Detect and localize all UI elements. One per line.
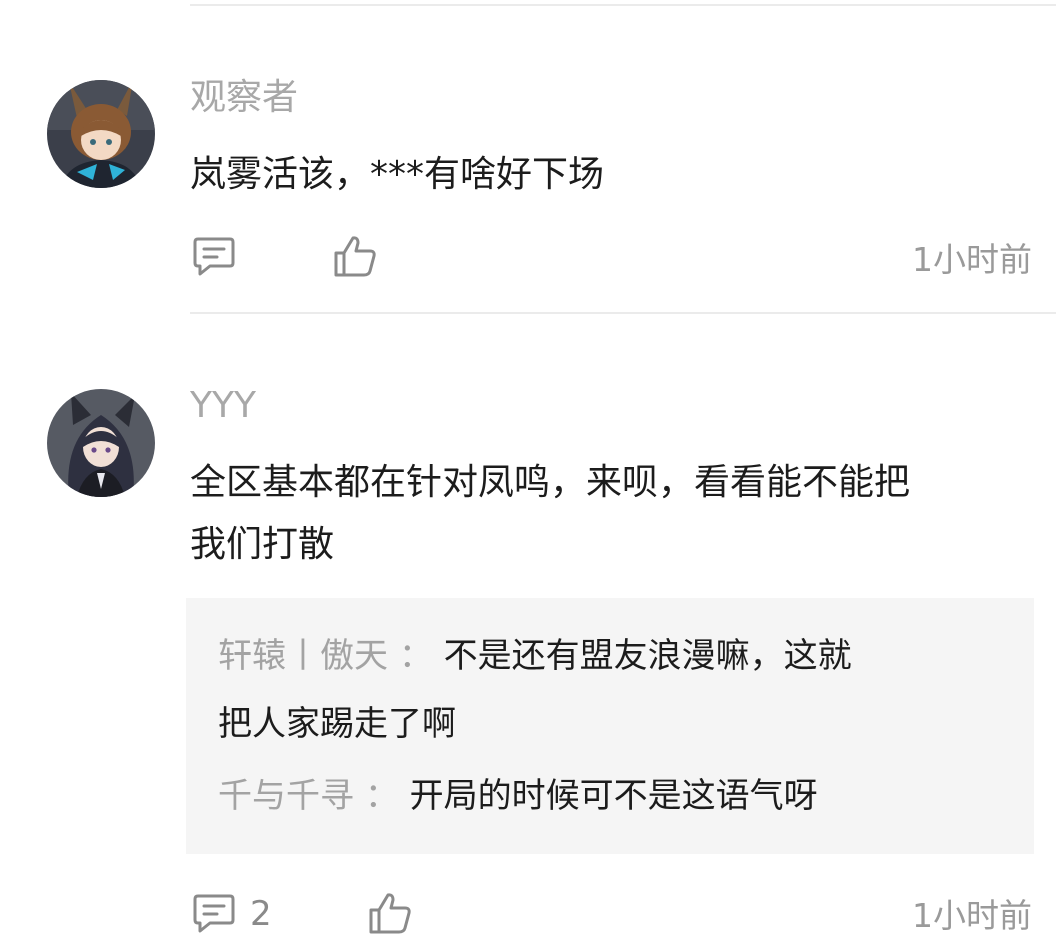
comment-text-line: 全区基本都在针对凤鸣，来呗，看看能不能把 — [190, 462, 911, 503]
comment-button[interactable] — [192, 236, 236, 278]
comment-text-line: 我们打散 — [190, 524, 335, 565]
comment-button[interactable]: 2 — [192, 893, 272, 935]
username[interactable]: 观察者 — [190, 76, 298, 120]
reply-separator: ： — [364, 776, 399, 816]
divider — [190, 4, 1056, 6]
comment-text: 岚雾活该，***有啥好下场 — [190, 154, 605, 195]
like-button[interactable] — [368, 891, 412, 935]
comment-icon — [193, 237, 235, 276]
divider — [190, 312, 1056, 314]
thumbs-up-icon — [369, 893, 411, 934]
avatar[interactable] — [47, 389, 155, 497]
reply-author[interactable]: 轩辕丨傲天 — [218, 636, 388, 676]
reply-item[interactable]: 千与千寻 ： 开局的时候可不是这语气呀 — [218, 764, 1008, 828]
timestamp: 1小时前 — [912, 896, 1032, 935]
reply-item[interactable]: 轩辕丨傲天 ： 不是还有盟友浪漫嘛，这就 — [218, 624, 1008, 688]
reply-list[interactable]: 轩辕丨傲天 ： 不是还有盟友浪漫嘛，这就 把人家踢走了啊 千与千寻 ： 开局的时… — [186, 598, 1034, 854]
avatar[interactable] — [47, 80, 155, 188]
anime-avatar-wolf-ears-icon — [47, 389, 155, 497]
timestamp: 1小时前 — [912, 240, 1032, 279]
like-button[interactable] — [333, 234, 377, 278]
reply-author[interactable]: 千与千寻 — [218, 776, 354, 816]
comment-count: 2 — [250, 894, 272, 934]
username[interactable]: YYY — [190, 384, 256, 428]
comment-list: 观察者 岚雾活该，***有啥好下场 1小时前 YYY 全区基本都在针对凤鸣，来呗… — [0, 0, 1056, 943]
reply-text-line: 把人家踢走了啊 — [218, 704, 456, 744]
reply-text: 开局的时候可不是这语气呀 — [409, 776, 818, 816]
reply-separator: ： — [398, 636, 433, 676]
anime-avatar-bunny-ears-icon — [47, 80, 155, 188]
reply-text: 不是还有盟友浪漫嘛，这就 — [443, 636, 852, 676]
comment-icon — [193, 894, 235, 933]
thumbs-up-icon — [334, 236, 376, 277]
